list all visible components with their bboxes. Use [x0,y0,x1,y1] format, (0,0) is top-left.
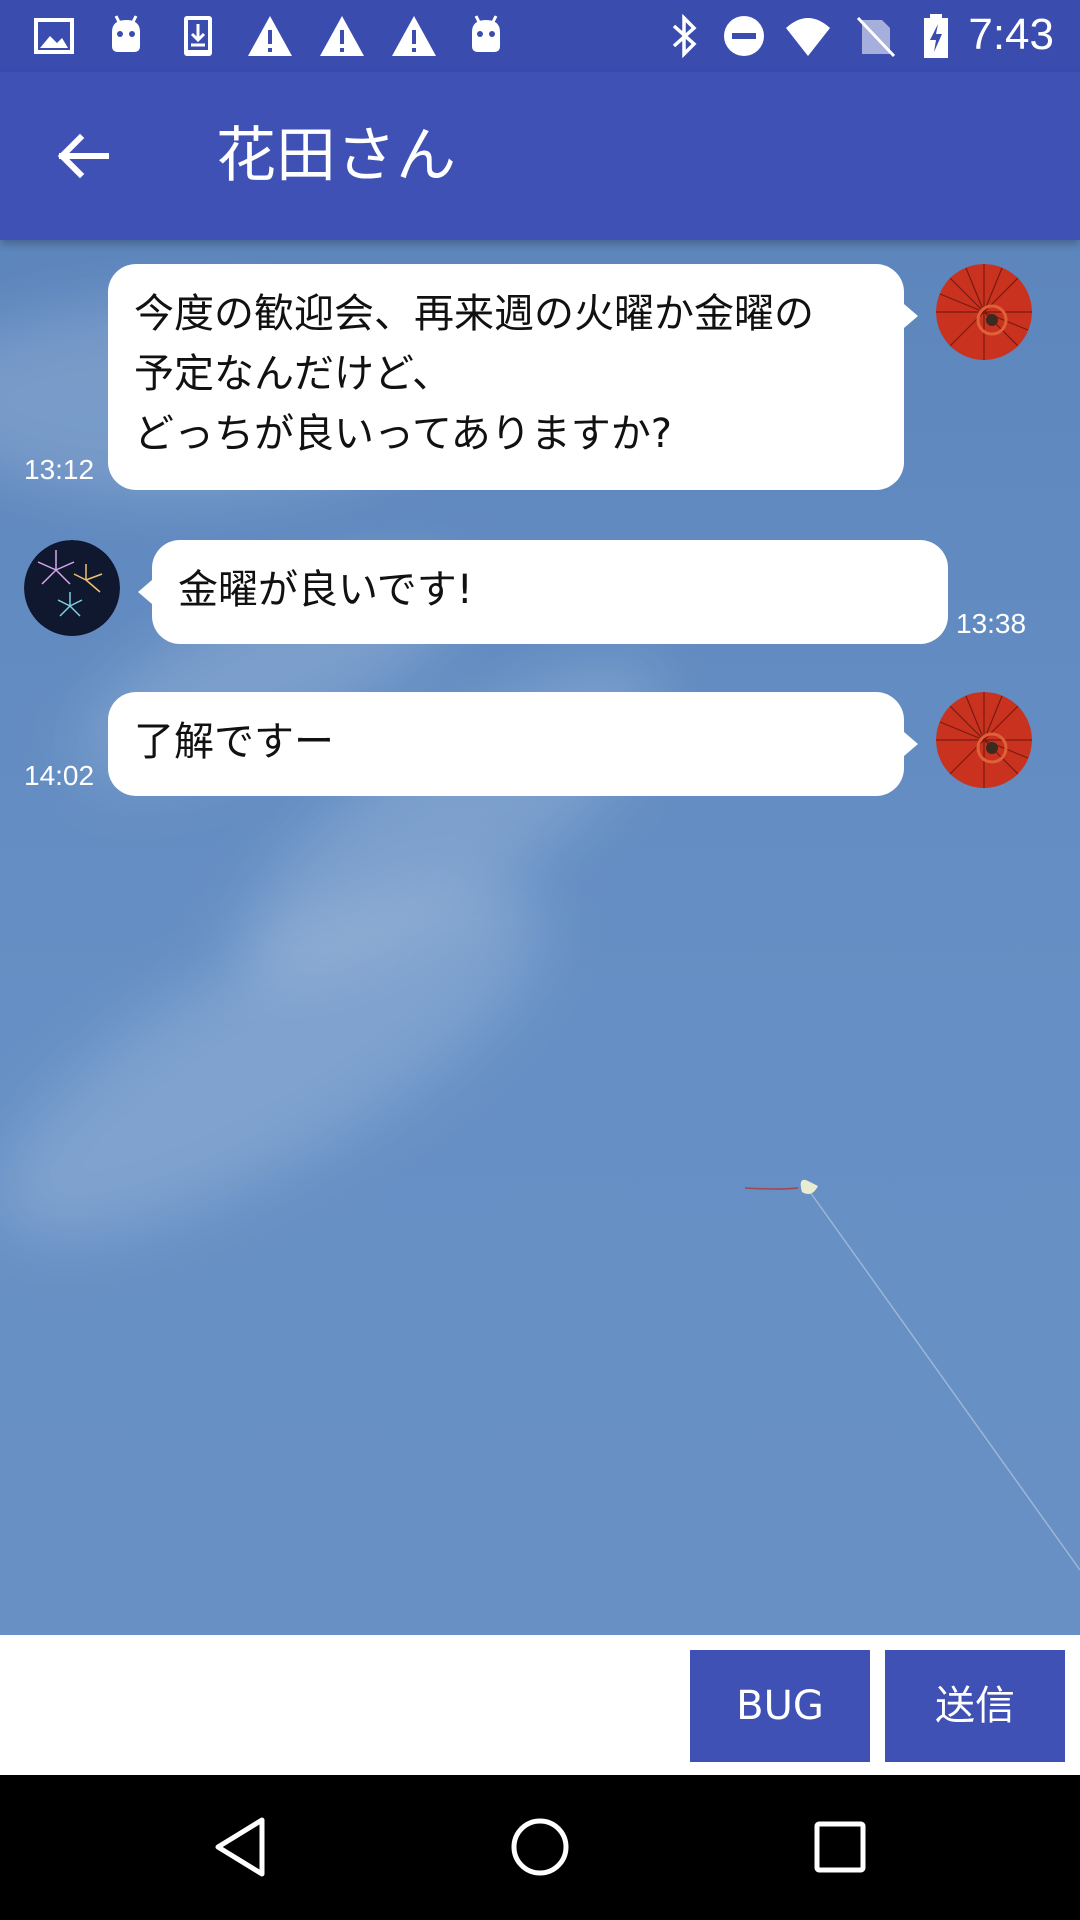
avatar[interactable] [24,540,120,636]
send-button[interactable]: 送信 [885,1650,1065,1762]
warning-icon [320,16,364,56]
message-line: どっちが良いってありますか? [134,411,673,457]
message-line: 了解ですー [134,719,334,765]
umbrella-avatar-icon [936,264,1032,360]
battery-charging-icon [924,14,948,58]
status-bar: 7:43 [0,0,1080,72]
message-bubble-incoming: 金曜が良いです! [138,540,948,644]
no-sim-icon [856,16,896,58]
message-line: 今度の歓迎会、再来週の火曜か金曜の [134,291,814,337]
kite-image [744,1179,1080,1571]
arrow-back-icon[interactable] [44,116,124,196]
message-line: 金曜が良いです! [178,567,473,613]
message-time: 14:02 [24,760,95,791]
home-circle-icon[interactable] [505,1812,575,1882]
umbrella-avatar-icon [936,692,1032,788]
app-bar: 花田さん [0,72,1080,240]
navigation-bar [0,1775,1080,1920]
image-icon [34,18,74,54]
message-input-bar: BUG 送信 [0,1635,1080,1775]
android-icon [112,15,140,52]
wifi-icon [786,18,830,56]
status-time: 7:43 [968,10,1054,59]
recents-square-icon[interactable] [805,1812,875,1882]
message-bubble-outgoing: 今度の歓迎会、再来週の火曜か金曜の 予定なんだけど、 どっちが良いってありますか… [108,264,918,490]
bug-button[interactable]: BUG [690,1650,870,1762]
android-icon [472,15,500,52]
message-time: 13:38 [956,608,1027,639]
back-triangle-icon[interactable] [206,1812,276,1882]
message-bubble-outgoing: 了解ですー [108,692,918,796]
warning-icon [248,16,292,56]
message-time: 13:12 [24,454,95,485]
download-icon [184,16,212,56]
do-not-disturb-icon [724,16,764,56]
avatar[interactable] [936,264,1032,360]
page-title: 花田さん [216,121,456,191]
fireworks-avatar-icon [24,540,120,636]
message-input[interactable] [0,1635,680,1775]
message-line: 予定なんだけど、 [134,351,452,397]
avatar[interactable] [936,692,1032,788]
bluetooth-icon [672,13,697,59]
chat-area[interactable]: 今度の歓迎会、再来週の火曜か金曜の 予定なんだけど、 どっちが良いってありますか… [0,240,1080,1635]
warning-icon [392,16,436,56]
